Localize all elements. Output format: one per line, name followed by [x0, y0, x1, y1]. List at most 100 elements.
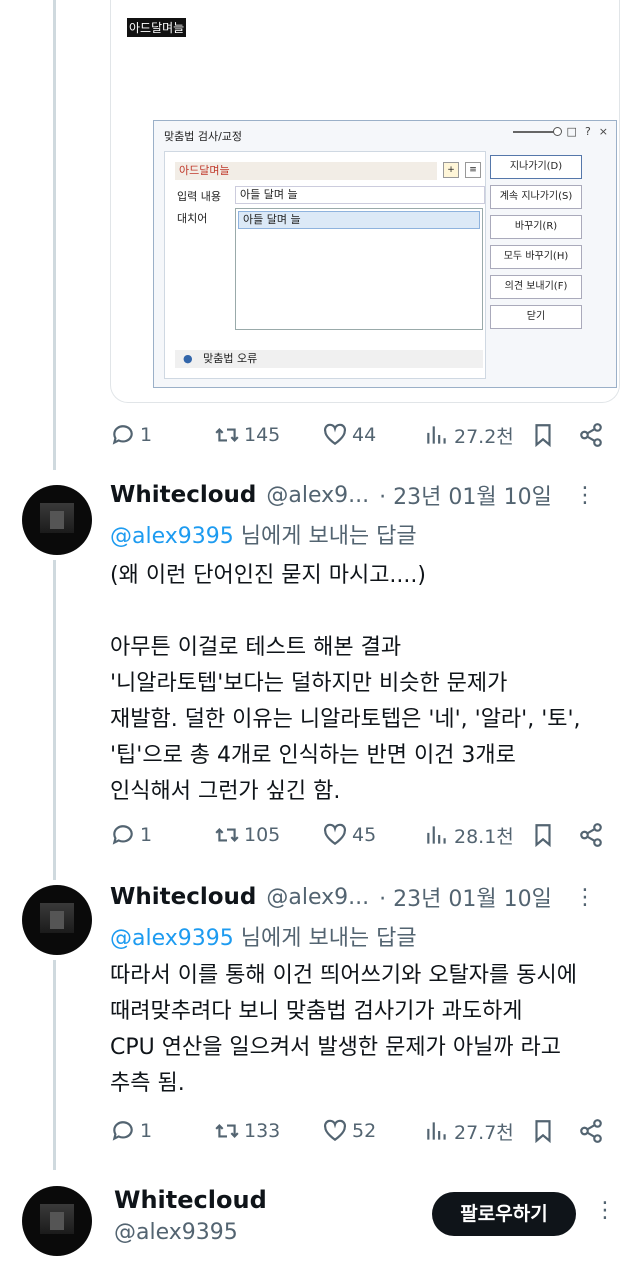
reply-to-link[interactable]: @alex9395 — [110, 926, 234, 951]
embedded-image-card[interactable]: 아드달며늘 맞춤법 검사/교정 □ ? × 아드달며늘 + ≡ 입력 내용 아들… — [110, 0, 620, 403]
bookmark-button[interactable] — [530, 1118, 556, 1144]
views-button[interactable]: 27.2천 — [424, 422, 514, 449]
analytics-icon — [427, 1122, 446, 1140]
repost-button[interactable]: 133 — [214, 1118, 280, 1144]
repost-icon — [215, 828, 239, 842]
repost-count: 145 — [244, 424, 281, 446]
reply-to-link[interactable]: @alex9395 — [110, 524, 234, 549]
memo-icon: ≡ — [465, 162, 481, 178]
status-bar: ● 맞춤법 오류 — [175, 350, 483, 368]
like-button[interactable]: 52 — [322, 1118, 376, 1144]
post-text: (왜 이런 단어인진 묻지 마시고....) 아무튼 이걸로 테스트 해본 결과… — [110, 563, 581, 804]
reply-button[interactable]: 1 — [110, 1118, 152, 1144]
repost-icon — [215, 428, 239, 442]
post-text: 따라서 이를 통해 이건 띄어쓰기와 오탈자를 동시에 때려맞추려다 보니 맞춤… — [110, 963, 578, 1096]
bookmark-icon — [535, 424, 551, 448]
dialog-buttons: 지나가기(D) 계속 지나가기(S) 바꾸기(R) 모두 바꾸기(H) 의견 보… — [490, 155, 582, 335]
skip-all-button: 계속 지나가기(S) — [490, 185, 582, 209]
like-count: 45 — [352, 824, 377, 846]
heart-icon — [324, 823, 346, 845]
view-count: 27.7천 — [454, 1121, 514, 1144]
add-dictionary-icon: + — [443, 162, 459, 178]
share-button[interactable] — [578, 422, 604, 448]
input-field: 아들 달며 늘 — [235, 186, 485, 204]
like-count: 44 — [352, 424, 377, 446]
more-options-icon[interactable]: ⋮ — [574, 885, 596, 910]
action-bar: 1 145 44 27.2천 — [110, 420, 610, 450]
user-handle[interactable]: @alex9... — [266, 483, 369, 508]
skip-button: 지나가기(D) — [490, 155, 582, 179]
bookmark-icon — [535, 824, 551, 848]
like-count: 52 — [352, 1120, 377, 1142]
more-options-icon[interactable]: ⋮ — [594, 1198, 616, 1223]
replace-all-button: 모두 바꾸기(H) — [490, 245, 582, 269]
reply-context: @alex9395 님에게 보내는 답글 — [110, 920, 417, 952]
analytics-icon — [427, 426, 446, 444]
reply-count: 1 — [140, 824, 153, 846]
close-button: 닫기 — [490, 305, 582, 329]
action-bar: 1 105 45 28.1천 — [110, 820, 610, 850]
more-options-icon[interactable]: ⋮ — [574, 483, 596, 508]
status-text: 맞춤법 오류 — [203, 352, 258, 365]
heart-icon — [324, 423, 346, 445]
dialog-title: 맞춤법 검사/교정 — [164, 130, 243, 143]
avatar[interactable] — [22, 885, 92, 955]
repost-icon — [215, 1124, 239, 1138]
display-name[interactable]: Whitecloud — [110, 884, 256, 910]
suggestion-item: 아들 달며 늘 — [238, 211, 480, 229]
reply-icon — [112, 1121, 133, 1141]
post-date[interactable]: · 23년 01월 10일 — [379, 479, 552, 511]
avatar[interactable] — [22, 485, 92, 555]
bookmark-icon — [535, 1120, 551, 1144]
display-name[interactable]: Whitecloud — [110, 482, 256, 508]
views-button[interactable]: 27.7천 — [424, 1118, 514, 1145]
suggestion-label: 대치어 — [177, 212, 208, 225]
share-button[interactable] — [578, 1118, 604, 1144]
heart-icon — [324, 1119, 346, 1141]
repost-count: 105 — [244, 824, 281, 846]
post-date[interactable]: · 23년 01월 10일 — [379, 881, 552, 913]
send-feedback-button: 의견 보내기(F) — [490, 275, 582, 299]
reply-button[interactable]: 1 — [110, 422, 152, 448]
dialog-controls: □ ? × — [512, 125, 608, 138]
reply-count: 1 — [140, 424, 153, 446]
follow-button[interactable]: 팔로우하기 — [432, 1192, 576, 1236]
reply-button[interactable]: 1 — [110, 822, 152, 848]
like-button[interactable]: 44 — [322, 422, 376, 448]
profile-handle[interactable]: @alex9395 — [114, 1220, 238, 1245]
close-icon: × — [598, 125, 608, 138]
user-handle[interactable]: @alex9... — [266, 885, 369, 910]
reply-to-suffix: 님에게 보내는 답글 — [233, 524, 417, 549]
reply-count: 1 — [140, 1120, 153, 1142]
like-button[interactable]: 45 — [322, 822, 376, 848]
share-button[interactable] — [578, 822, 604, 848]
thread-line — [53, 560, 56, 880]
bookmark-button[interactable] — [530, 822, 556, 848]
share-icon — [580, 823, 602, 847]
error-word: 아드달며늘 — [175, 162, 437, 180]
thread-line — [53, 960, 56, 1170]
help-icon: ? — [584, 125, 591, 138]
highlighted-word: 아드달며늘 — [127, 18, 187, 37]
thread-line — [53, 0, 56, 470]
replace-button: 바꾸기(R) — [490, 215, 582, 239]
dialog-content: 아드달며늘 + ≡ 입력 내용 아들 달며 늘 대치어 아들 달며 늘 ● 맞춤… — [164, 151, 486, 379]
avatar[interactable] — [22, 1186, 92, 1256]
repost-button[interactable]: 105 — [214, 822, 280, 848]
post-header: Whitecloud @alex9... · 23년 01월 10일 ⋮ — [110, 882, 620, 912]
analytics-icon — [427, 826, 446, 844]
reply-context: @alex9395 님에게 보내는 답글 — [110, 518, 417, 550]
profile-name[interactable]: Whitecloud — [114, 1186, 267, 1214]
spellcheck-dialog: 맞춤법 검사/교정 □ ? × 아드달며늘 + ≡ 입력 내용 아들 달며 늘 … — [153, 120, 617, 388]
view-count: 27.2천 — [454, 425, 514, 448]
share-icon — [580, 1119, 602, 1143]
post-header: Whitecloud @alex9... · 23년 01월 10일 ⋮ — [110, 480, 620, 510]
bookmark-button[interactable] — [530, 422, 556, 448]
share-icon — [580, 423, 602, 447]
repost-count: 133 — [244, 1120, 281, 1142]
view-count: 28.1천 — [454, 825, 514, 848]
views-button[interactable]: 28.1천 — [424, 822, 514, 849]
transparency-slider — [512, 126, 562, 136]
dialog-option-icon: □ — [566, 125, 577, 138]
repost-button[interactable]: 145 — [214, 422, 280, 448]
